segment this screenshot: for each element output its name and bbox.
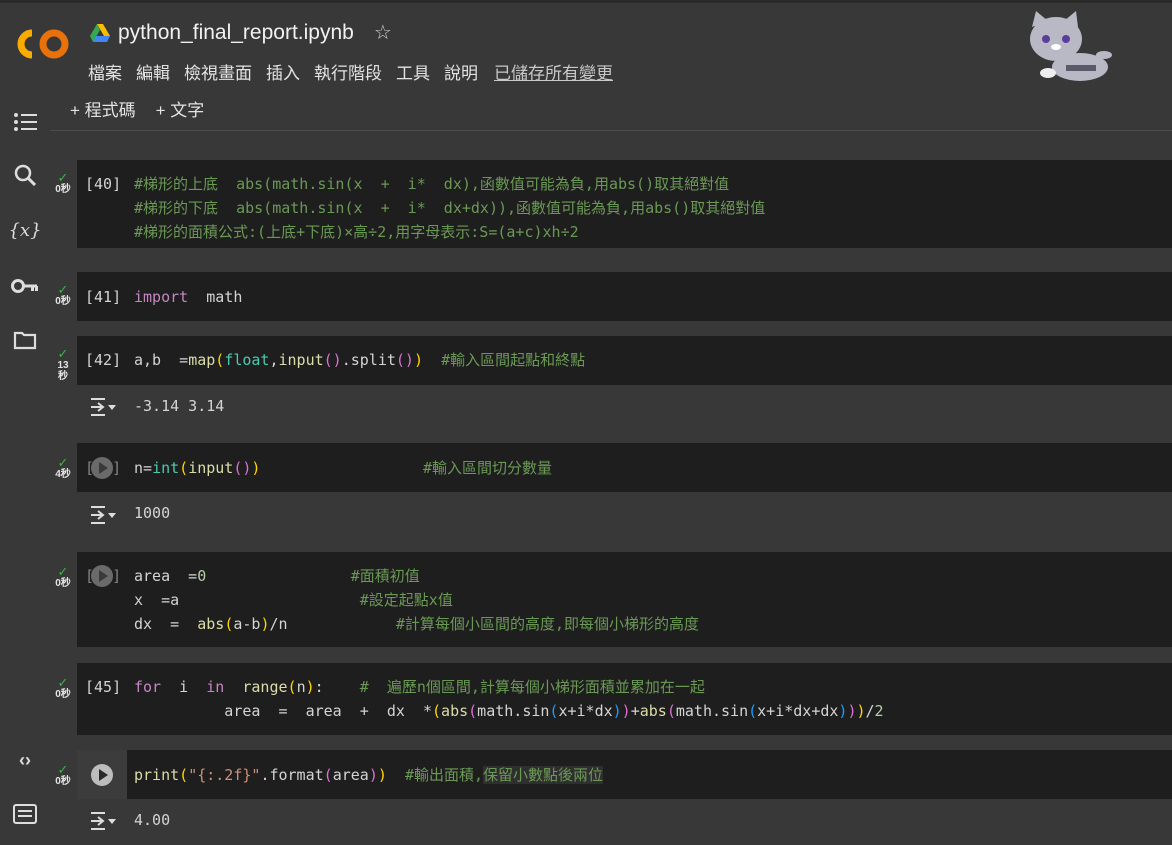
code-cell[interactable]: ✓ 0秒 [41] import math xyxy=(50,272,1172,321)
code-cell[interactable]: ✓ 4秒 [43] n=int(input()) #輸入區間切分數量 1000 xyxy=(50,443,1172,551)
cell-status: ✓ 13秒 xyxy=(50,346,76,382)
output-text: 4.00 xyxy=(134,811,171,829)
check-icon: ✓ xyxy=(57,564,69,579)
menu-help[interactable]: 說明 xyxy=(444,59,478,84)
cell-output: 4.00 xyxy=(77,799,1172,845)
cat-mascot-icon xyxy=(1030,11,1112,81)
code-cell[interactable]: ✓ 13秒 [42] a,b =map(float,input().split(… xyxy=(50,336,1172,442)
check-icon: ✓ xyxy=(57,762,69,777)
add-text-button[interactable]: + 文字 xyxy=(156,96,205,121)
check-icon: ✓ xyxy=(57,455,69,470)
add-code-button[interactable]: + 程式碼 xyxy=(70,96,136,121)
variables-icon[interactable]: {x} xyxy=(8,215,41,245)
check-icon: ✓ xyxy=(57,675,69,690)
execution-count: [45] xyxy=(85,678,122,696)
output-toggle-icon[interactable] xyxy=(89,504,117,526)
menu-file[interactable]: 檔案 xyxy=(88,59,122,84)
key-icon[interactable] xyxy=(10,271,40,301)
check-icon: ✓ xyxy=(57,282,69,297)
code-cell[interactable]: ✓ 0秒 [44] area =0 #面積初值 x =a #設定起點x值 dx … xyxy=(50,552,1172,647)
code-editor[interactable]: [42] a,b =map(float,input().split()) #輸入… xyxy=(77,336,1172,385)
run-cell-icon[interactable] xyxy=(91,457,113,479)
menu-runtime[interactable]: 執行階段 xyxy=(314,59,382,84)
output-toggle-icon[interactable] xyxy=(89,396,117,418)
code-snippets-icon[interactable]: ‹› xyxy=(10,745,40,775)
code-editor[interactable]: [43] n=int(input()) #輸入區間切分數量 xyxy=(77,443,1172,492)
folder-icon[interactable] xyxy=(10,325,40,355)
cell-status: ✓ 0秒 xyxy=(50,170,76,195)
cell-output: -3.14 3.14 xyxy=(77,385,1172,442)
code-editor[interactable]: [45] for i in range(n): # 遍歷n個區間,計算每個小梯形… xyxy=(77,663,1172,735)
code-cell[interactable]: ✓ 0秒 print("{:.2f}".format(area)) #輸出面積,… xyxy=(50,750,1172,845)
code-cell[interactable]: ✓ 0秒 [45] for i in range(n): # 遍歷n個區間,計算… xyxy=(50,663,1172,735)
left-sidebar: {x} ‹› xyxy=(0,86,50,845)
menu-tools[interactable]: 工具 xyxy=(396,59,430,84)
code-editor[interactable]: [41] import math xyxy=(77,272,1172,321)
check-icon: ✓ xyxy=(57,170,69,185)
output-toggle-icon[interactable] xyxy=(89,810,117,832)
output-text: 1000 xyxy=(134,504,171,522)
table-of-contents-icon[interactable] xyxy=(10,107,40,137)
execution-count: [40] xyxy=(85,175,122,193)
menu-view[interactable]: 檢視畫面 xyxy=(184,59,252,84)
colab-logo[interactable] xyxy=(16,25,72,63)
header: python_final_report.ipynb ☆ 檔案 編輯 檢視畫面 插… xyxy=(0,0,1172,86)
cell-status: ✓ 0秒 xyxy=(50,564,76,589)
cell-status: ✓ 0秒 xyxy=(50,282,76,307)
run-cell-icon[interactable] xyxy=(91,565,113,587)
cell-status: ✓ 4秒 xyxy=(50,455,76,480)
cell-output: 1000 xyxy=(77,492,1172,551)
execution-count: [42] xyxy=(85,351,122,369)
cell-status: ✓ 0秒 xyxy=(50,762,76,787)
terminal-icon[interactable] xyxy=(10,799,40,829)
output-text: -3.14 3.14 xyxy=(134,397,225,415)
star-icon[interactable]: ☆ xyxy=(374,20,392,45)
saved-status[interactable]: 已儲存所有變更 xyxy=(494,59,613,84)
search-icon[interactable] xyxy=(10,160,40,190)
code-editor[interactable]: [40] #梯形的上底 abs(math.sin(x + i* dx),函數值可… xyxy=(77,160,1172,248)
menu-bar: 檔案 編輯 檢視畫面 插入 執行階段 工具 說明 已儲存所有變更 xyxy=(88,59,613,84)
cell-status: ✓ 0秒 xyxy=(50,675,76,700)
code-editor[interactable]: [44] area =0 #面積初值 x =a #設定起點x值 dx = abs… xyxy=(77,552,1172,647)
drive-icon xyxy=(90,23,110,42)
notebook-toolbar: + 程式碼 + 文字 xyxy=(50,86,1172,131)
code-editor[interactable]: print("{:.2f}".format(area)) #輸出面積,保留小數點… xyxy=(77,750,1172,799)
check-icon: ✓ xyxy=(57,346,69,361)
code-cell[interactable]: ✓ 0秒 [40] #梯形的上底 abs(math.sin(x + i* dx)… xyxy=(50,160,1172,248)
execution-count: [41] xyxy=(85,288,122,306)
menu-insert[interactable]: 插入 xyxy=(266,59,300,84)
menu-edit[interactable]: 編輯 xyxy=(136,59,170,84)
notebook-title[interactable]: python_final_report.ipynb xyxy=(118,21,354,45)
run-cell-icon[interactable] xyxy=(91,764,113,786)
